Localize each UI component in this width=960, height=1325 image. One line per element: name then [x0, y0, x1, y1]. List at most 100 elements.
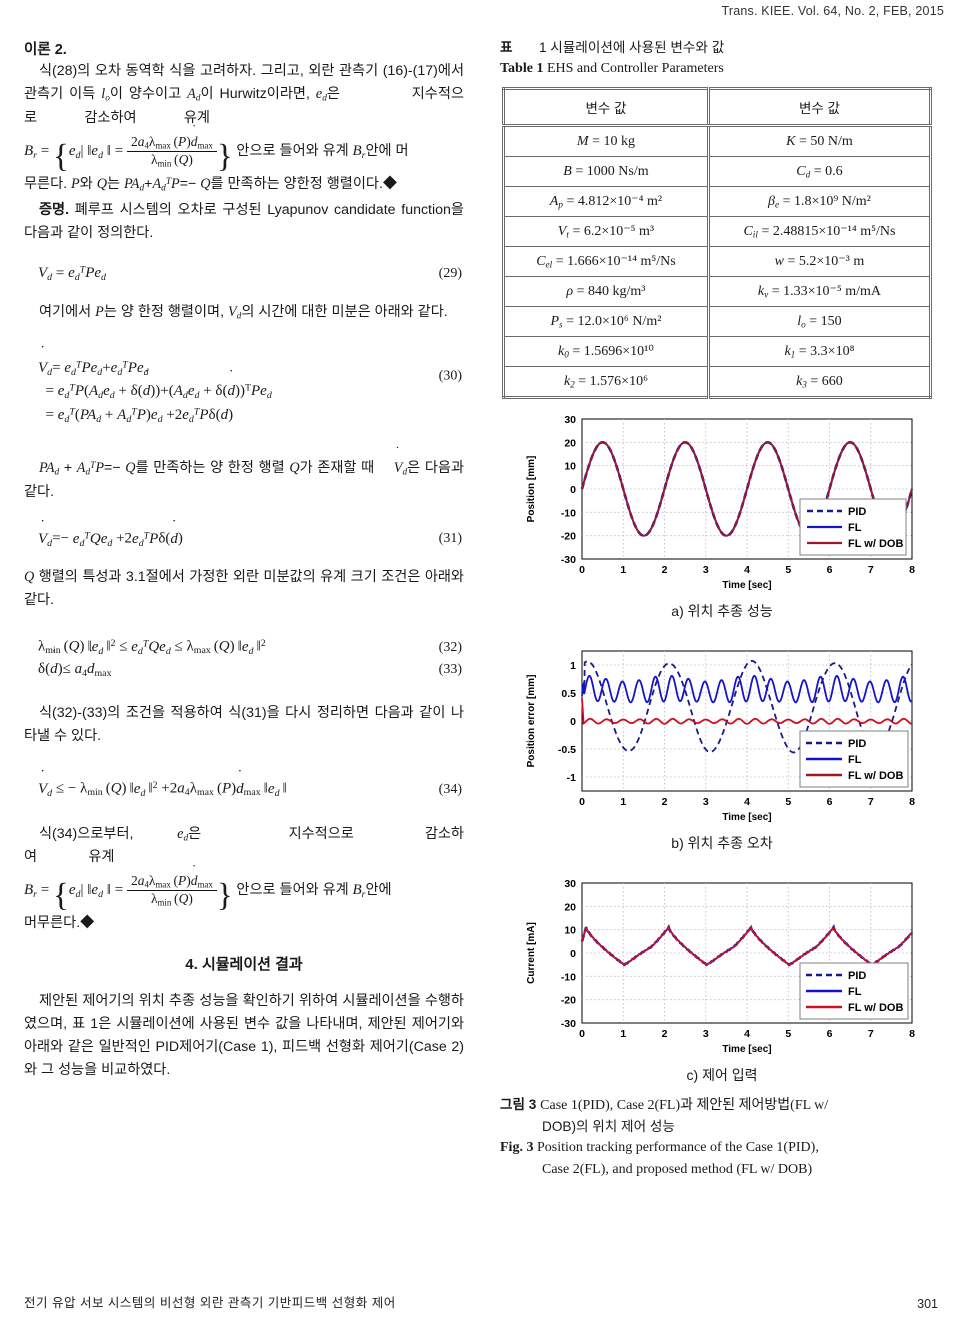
left-column: 이론 2. 식(28)의 오차 동역학 식을 고려하자. 그리고, 외란 관측기… [24, 38, 464, 1084]
figure-a: 30 20 10 0 -10 -20 -30 0 1 2 3 4 5 6 7 8… [500, 399, 944, 621]
equation-30: Vd= edTPed+edTPed = edTP(Aded + δ(d))+(A… [24, 357, 464, 428]
table-cell-right: βe = 1.8×10⁹ N/m² [706, 186, 932, 218]
table-cell-left: B = 1000 Ns/m [503, 156, 709, 188]
svg-text:2: 2 [662, 564, 668, 576]
figure-c: 30 20 10 0 -10 -20 -30 0 1 2 3 4 5 6 7 8… [500, 863, 944, 1085]
table-header-right: 변수 값 [706, 88, 932, 128]
chart-a-xlabel: Time [sec] [722, 580, 771, 591]
equation-33: δ(d)≤ a4dmax (33) [24, 661, 464, 679]
fig3-en-label: Fig. [500, 1140, 523, 1156]
svg-text:6: 6 [827, 1028, 833, 1040]
svg-text:7: 7 [868, 1028, 874, 1040]
svg-text:0.5: 0.5 [561, 688, 576, 700]
figure-c-caption: c) 제어 입력 [686, 1067, 758, 1084]
svg-text:5: 5 [785, 1028, 791, 1040]
svg-text:0: 0 [579, 1028, 585, 1040]
table-cell-left: k2 = 1.576×10⁶ [503, 366, 709, 399]
table-row: k0 = 1.5696×10¹⁰ k1 = 3.3×10⁸ [503, 336, 932, 368]
paragraph-after-eq31: Q 행렬의 특성과 3.1절에서 가정한 외란 미분값의 유계 크기 조건은 아… [24, 569, 464, 609]
svg-text:4: 4 [744, 564, 750, 576]
table-cell-left: M = 10 kg [503, 125, 709, 158]
fig3-ko-line1: Case 1(PID), Case 2(FL)과 제안된 제어방법(FL w/ [540, 1098, 829, 1114]
table-cell-left: Cel = 1.666×10⁻¹⁴ m⁵/Ns [503, 246, 709, 278]
chart-c-svg: 30 20 10 0 -10 -20 -30 0 1 2 3 4 5 6 7 8… [526, 878, 915, 1055]
fig3-en-line1: Position tracking performance of the Cas… [536, 1140, 819, 1156]
svg-text:3: 3 [703, 564, 709, 576]
svg-text:5: 5 [785, 796, 791, 808]
paragraph-after-eq33: 식(32)-(33)의 조건을 적용하여 식(31)을 다시 정리하면 다음과 … [24, 705, 464, 745]
table-cell-right: K = 50 N/m [706, 125, 932, 158]
svg-text:20: 20 [564, 902, 576, 914]
table-row: Ps = 12.0×10⁶ N/m² lo = 150 [503, 306, 932, 338]
bound-set-equation-2: Br = {ed| ‖ed ‖ = 2a4λmax (P)dmax λmin (… [24, 873, 464, 912]
table-row: ρ = 840 kg/m³ kv = 1.33×10⁻⁵ m/mA [503, 276, 932, 308]
table-header-row: 변수 값 변수 값 [503, 88, 932, 128]
svg-text:FL w/ DOB: FL w/ DOB [848, 1002, 903, 1014]
svg-text:2: 2 [662, 1028, 668, 1040]
table-cell-right: Cd = 0.6 [706, 156, 932, 188]
table-caption-ko-label: 표 [500, 40, 513, 55]
svg-text:0: 0 [570, 484, 576, 496]
equation-29-number: (29) [438, 265, 462, 281]
theorem-statement-tail: 무른다. P와 Q는 PAd+AdTP=− Q를 만족하는 양한정 행렬이다.◆ [24, 175, 398, 194]
svg-text:7: 7 [868, 796, 874, 808]
simulation-paragraph: 제안된 제어기의 위치 추종 성능을 확인하기 위하여 시뮬레이션을 수행하였으… [24, 993, 464, 1079]
svg-text:1: 1 [620, 1028, 626, 1040]
svg-text:FL w/ DOB: FL w/ DOB [848, 538, 903, 550]
p7-c: 지수적으로 [288, 825, 354, 842]
fig3-ko-number: 3 [528, 1097, 537, 1113]
table-row: M = 10 kg K = 50 N/m [503, 125, 932, 158]
svg-text:PID: PID [848, 506, 866, 518]
svg-text:0: 0 [570, 716, 576, 728]
svg-text:FL: FL [848, 754, 862, 766]
equation-32-number: (32) [438, 639, 462, 655]
theorem-statement: 식(28)의 오차 동역학 식을 고려하자. 그리고, 외란 관측기 (16)-… [24, 63, 464, 126]
svg-text:FL: FL [848, 986, 862, 998]
figure-a-caption: a) 위치 추종 성능 [671, 603, 773, 620]
chart-c-legend: PID FL FL w/ DOB [799, 962, 909, 1020]
table-cell-right: k3 = 660 [706, 366, 932, 399]
chart-b-xlabel: Time [sec] [722, 812, 771, 823]
chart-b-svg: 1 0.5 0 -0.5 -1 0 1 2 3 4 5 6 7 8 Time [… [526, 650, 915, 823]
chart-b-legend: PID FL FL w/ DOB [799, 730, 909, 788]
svg-text:PID: PID [848, 738, 866, 750]
svg-text:2: 2 [662, 796, 668, 808]
table-cell-right: w = 5.2×10⁻³ m [706, 246, 932, 278]
table-caption-en-number: 1 [536, 61, 544, 77]
table-cell-left: Vt = 6.2×10⁻⁵ m³ [503, 216, 709, 248]
svg-text:6: 6 [827, 564, 833, 576]
table-caption-ko-text: 시뮬레이션에 사용된 변수와 값 [550, 40, 725, 55]
fig3-ko-line2: DOB)의 위치 제어 성능 [542, 1118, 675, 1134]
paragraph-after-eq30: PAd + AdTP=− Q를 만족하는 양 한정 행렬 Q가 존재할 때 Vd… [24, 457, 464, 504]
equation-29: Vd = edTPed (29) [38, 264, 462, 283]
equation-31: Vd=− edTQed +2edTPδ(d) (31) [24, 530, 464, 548]
figure-b-caption: b) 위치 추종 오차 [671, 835, 773, 852]
chart-c-xlabel: Time [sec] [722, 1044, 771, 1055]
table-row: B = 1000 Ns/m Cd = 0.6 [503, 156, 932, 188]
svg-text:3: 3 [703, 796, 709, 808]
table-row: Cel = 1.666×10⁻¹⁴ m⁵/Ns w = 5.2×10⁻³ m [503, 246, 932, 278]
figure-b: 1 0.5 0 -0.5 -1 0 1 2 3 4 5 6 7 8 Time [… [500, 631, 944, 853]
chart-a-svg: 30 20 10 0 -10 -20 -30 0 1 2 3 4 5 6 7 8… [526, 414, 915, 591]
svg-text:-1: -1 [567, 772, 576, 784]
p7-a: 식(34)으로부터, [39, 825, 134, 842]
svg-text:10: 10 [564, 461, 576, 473]
svg-text:-30: -30 [561, 1018, 576, 1030]
table-row: k2 = 1.576×10⁶ k3 = 660 [503, 366, 932, 399]
theorem-label: 이론 2. [24, 42, 67, 58]
svg-text:-0.5: -0.5 [558, 744, 576, 756]
svg-text:10: 10 [564, 925, 576, 937]
paragraph-after-eq29: 여기에서 P는 양 한정 행렬이며, Vd의 시간에 대한 미분은 아래와 같다… [39, 303, 448, 322]
svg-text:20: 20 [564, 438, 576, 450]
section-heading: 4. 시뮬레이션 결과 [185, 956, 303, 974]
svg-text:-20: -20 [561, 995, 576, 1007]
svg-text:4: 4 [744, 796, 750, 808]
table-cell-right: k1 = 3.3×10⁸ [706, 336, 932, 368]
footer-running-title: 전기 유압 서보 시스템의 비선형 외란 관측기 기반피드백 선형화 제어 [24, 1296, 396, 1310]
parameters-table: 변수 값 변수 값M = 10 kg K = 50 N/m B = 1000 Ns/m… [502, 87, 932, 400]
svg-text:-10: -10 [561, 972, 576, 984]
svg-text:-20: -20 [561, 531, 576, 543]
svg-text:-30: -30 [561, 554, 576, 566]
svg-text:8: 8 [909, 796, 915, 808]
svg-text:PID: PID [848, 970, 866, 982]
